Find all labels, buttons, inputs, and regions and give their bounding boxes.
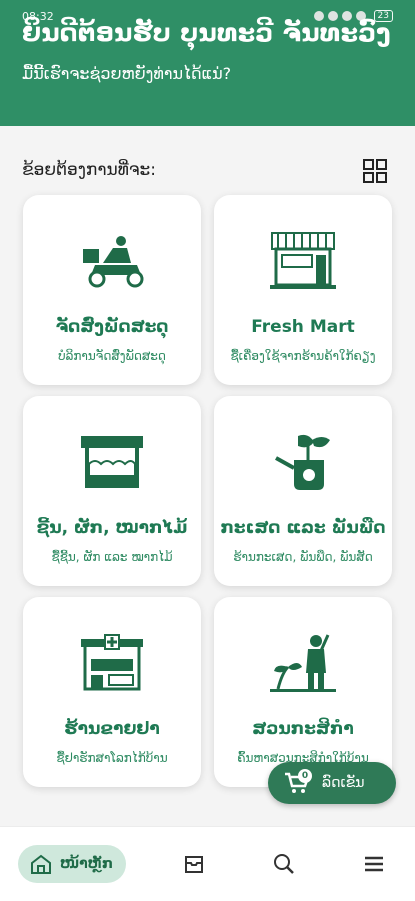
nav-home-label: ໜ້າຫຼັກ [60, 856, 114, 872]
card-description: ບໍລິການຈັດສົ່ງພັດສະດຸ [58, 349, 166, 363]
service-card-agriculture-plants[interactable]: ກະເສດ ແລະ ພັນພືດ ຮ້ານກະເສດ, ພັນພືດ, ພັນສ… [214, 396, 392, 586]
home-icon [31, 854, 51, 874]
farmer-icon [270, 634, 336, 692]
cart-button[interactable]: 0 ລົດເຂັນ [268, 762, 396, 804]
card-title: ຮ້ານຂາຍຢາ [64, 719, 160, 739]
card-title: ຈັດສົ່ງພັດສະດຸ [55, 317, 169, 337]
market-stall-icon [81, 436, 143, 488]
service-card-farm[interactable]: ສວນກະສິກຳ ຄົ້ນຫາສວນກະສິກຳໃກ້ບ້ານ [214, 597, 392, 787]
search-icon[interactable] [273, 853, 295, 875]
service-card-fresh-mart[interactable]: Fresh Mart ຊື້ເຄື່ອງໃຊ້ຈາກຮ້ານຄ້າໃກ້ຄຽງ [214, 195, 392, 385]
card-description: ຊື້ເຄື່ອງໃຊ້ຈາກຮ້ານຄ້າໃກ້ຄຽງ [230, 349, 376, 363]
card-title: Fresh Mart [251, 317, 355, 337]
card-description: ຮ້ານກະເສດ, ພັນພືດ, ພັນສັດ [233, 550, 373, 564]
welcome-title: ຍິນດີຕ້ອນຮັບ ບຸນທະວີ ຈັນທະວົງ [22, 18, 391, 47]
service-card-pharmacy[interactable]: ຮ້ານຂາຍຢາ ຊື້ຢາຮັກສາໂລກໄກ້ບ້ານ [23, 597, 201, 787]
nav-home-button[interactable]: ໜ້າຫຼັກ [18, 845, 126, 883]
plant-watering-icon [275, 434, 330, 490]
card-title: ຊີ້ນ, ຜັກ, ໝາກໄມ້ [36, 518, 188, 538]
card-description: ຊື້ຢາຮັກສາໂລກໄກ້ບ້ານ [56, 751, 168, 765]
section-prompt: ຂ້ອຍຕ້ອງການທີ່ຈະ: [22, 160, 156, 180]
menu-icon[interactable] [363, 853, 385, 875]
card-description: ຊື້ຊີ້ນ, ຜັກ ແລະ ໝາກໄມ້ [51, 550, 173, 564]
card-title: ສວນກະສິກຳ [252, 719, 354, 739]
pharmacy-icon [81, 634, 143, 691]
cart-count-badge: 0 [298, 769, 312, 783]
welcome-subtitle: ມື້ນີ້ເຮົາຈະຊ່ວຍຫຍັງທ່ານໄດ້ແນ່? [22, 64, 232, 83]
header: 08:32 23 ຍິນດີຕ້ອນຮັບ ບຸນທະວີ ຈັນທະວົງ ມ… [0, 0, 415, 126]
service-card-meat-vegetables-fruit[interactable]: ຊີ້ນ, ຜັກ, ໝາກໄມ້ ຊື້ຊີ້ນ, ຜັກ ແລະ ໝາກໄມ… [23, 396, 201, 586]
service-card-delivery[interactable]: ຈັດສົ່ງພັດສະດຸ ບໍລິການຈັດສົ່ງພັດສະດຸ [23, 195, 201, 385]
bottom-navigation: ໜ້າຫຼັກ [0, 826, 415, 901]
cart-label: ລົດເຂັນ [322, 775, 365, 791]
orders-box-icon[interactable] [183, 853, 205, 875]
store-icon [270, 232, 336, 289]
delivery-scooter-icon [83, 236, 144, 288]
grid-view-icon[interactable] [362, 158, 388, 184]
card-title: ກະເສດ ແລະ ພັນພືດ [220, 518, 386, 538]
